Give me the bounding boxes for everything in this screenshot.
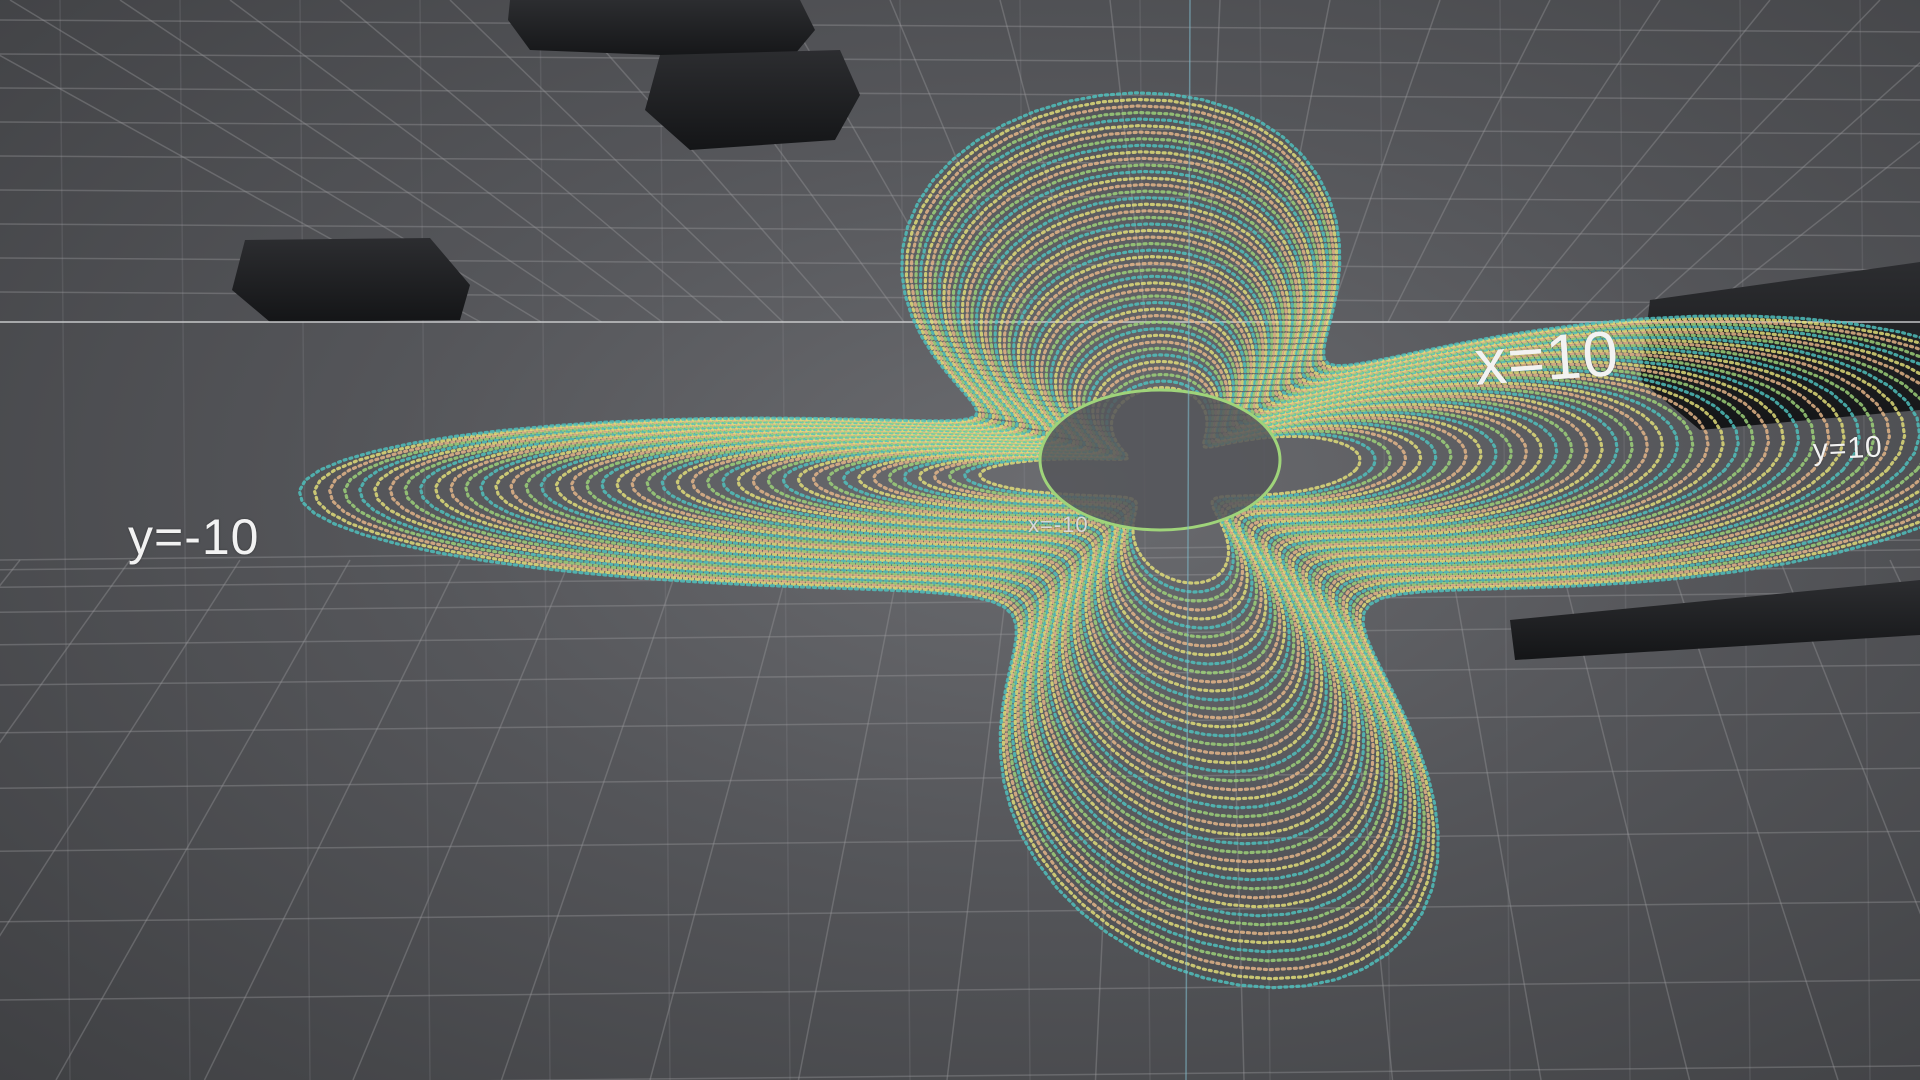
axis-label-y-negative: y=-10 xyxy=(128,509,260,565)
vr-3d-viewport[interactable]: y=-10 x=10 y=10 x=-10 xyxy=(0,0,1920,1080)
axis-label-x-positive: x=10 xyxy=(1472,316,1622,399)
axis-label-y-positive: y=10 xyxy=(1812,430,1884,467)
axis-label-x-negative: x=-10 xyxy=(1028,512,1089,537)
plot-scene[interactable] xyxy=(0,0,1920,1080)
